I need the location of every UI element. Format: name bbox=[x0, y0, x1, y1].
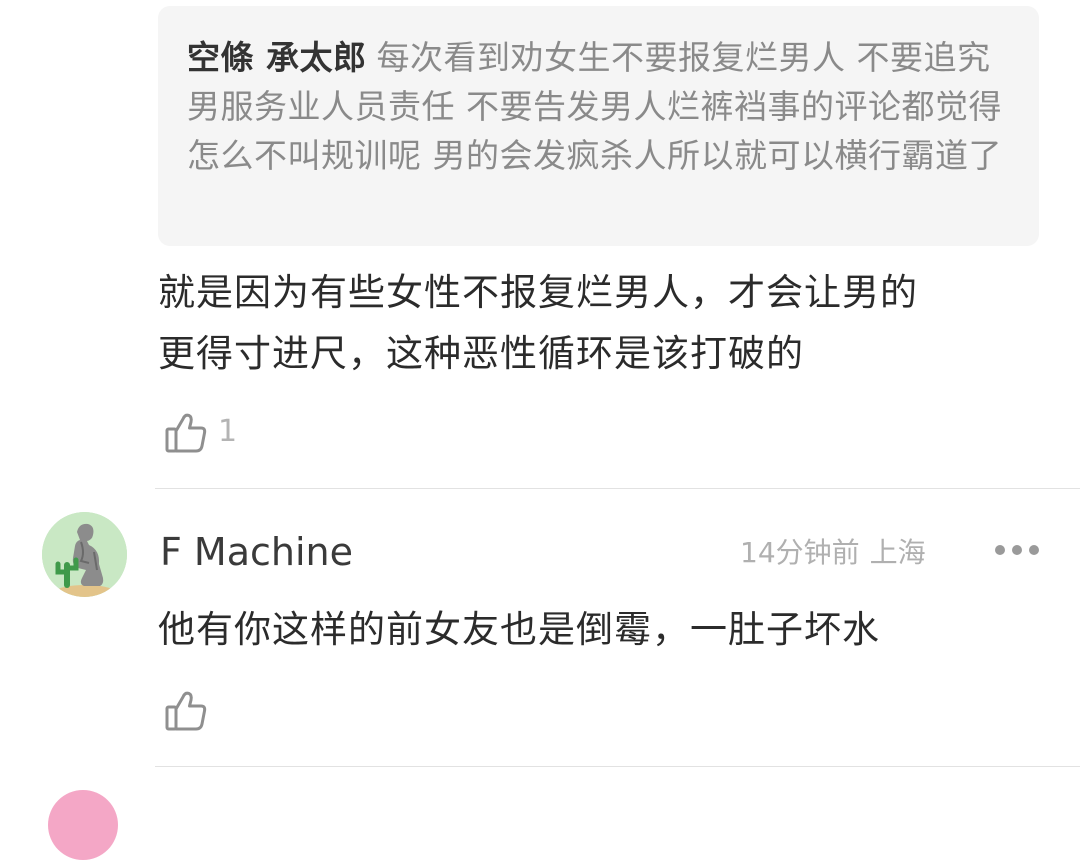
more-dot bbox=[1012, 545, 1022, 555]
reply-like-count: 1 bbox=[218, 414, 238, 449]
reply-like-button[interactable]: 1 bbox=[164, 410, 237, 454]
comment-divider bbox=[155, 488, 1080, 489]
comment-location: 上海 bbox=[869, 536, 926, 569]
avatar[interactable] bbox=[48, 790, 118, 860]
comment-like-button[interactable] bbox=[164, 688, 218, 732]
more-dot bbox=[1029, 545, 1039, 555]
more-options-button[interactable] bbox=[995, 538, 1039, 562]
comment-meta: 14分钟前 上海 bbox=[740, 533, 926, 573]
thumbs-up-icon bbox=[164, 410, 208, 454]
quoted-comment[interactable]: 空條 承太郎 每次看到劝女生不要报复烂男人 不要追究男服务业人员责任 不要告发男人… bbox=[158, 6, 1039, 246]
comment-text: 他有你这样的前女友也是倒霉，一肚子坏水 bbox=[158, 608, 880, 651]
quoted-comment-author[interactable]: 空條 承太郎 bbox=[187, 38, 367, 77]
reply-text-line-1: 就是因为有些女性不报复烂男人，才会让男的 bbox=[158, 271, 918, 314]
comment-time: 14分钟前 bbox=[740, 536, 860, 569]
thumbs-up-icon bbox=[164, 688, 208, 732]
more-dots-icon bbox=[995, 545, 1005, 555]
comment-username[interactable]: F Machine bbox=[160, 528, 353, 576]
comment-divider bbox=[155, 766, 1080, 767]
reply-text-line-2: 更得寸进尺，这种恶性循环是该打破的 bbox=[158, 332, 804, 375]
avatar[interactable] bbox=[42, 512, 127, 597]
reply-text: 就是因为有些女性不报复烂男人，才会让男的 更得寸进尺，这种恶性循环是该打破的 bbox=[158, 262, 1038, 384]
